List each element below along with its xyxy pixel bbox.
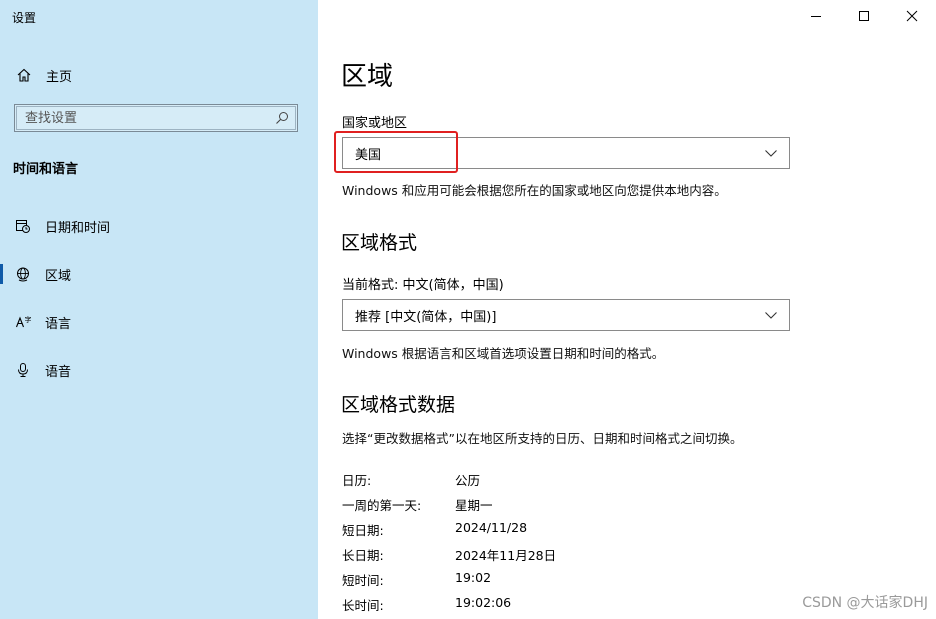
sidebar-item-speech[interactable]: 语音 <box>0 356 318 384</box>
format-data-value: 星期一 <box>455 498 493 513</box>
globe-icon <box>17 267 29 282</box>
format-data-value: 公历 <box>455 473 481 488</box>
format-data-value: 19:02 <box>455 570 492 585</box>
format-value: 推荐 [中文(简体，中国)] <box>355 309 497 325</box>
format-data-key: 日历: <box>342 473 372 488</box>
sidebar-item-language[interactable]: 字 语言 <box>0 308 318 336</box>
search-input[interactable] <box>17 106 275 130</box>
format-data-row: 日历: 公历 <box>342 470 480 489</box>
format-data-row: 一周的第一天: 星期一 <box>342 495 493 514</box>
microphone-icon <box>18 363 28 377</box>
chevron-down-icon <box>765 312 777 319</box>
current-format-label: 当前格式: 中文(简体，中国) <box>342 278 504 293</box>
format-data-value: 19:02:06 <box>455 595 512 610</box>
home-nav-item[interactable]: 主页 <box>16 64 72 86</box>
format-data-heading: 区域格式数据 <box>341 394 456 416</box>
format-data-row: 短时间: 19:02 <box>342 570 491 589</box>
format-data-row: 长日期: 2024年11月28日 <box>342 545 556 564</box>
sidebar-item-label: 日期和时间 <box>45 220 111 236</box>
search-icon[interactable] <box>275 111 289 125</box>
sidebar-item-date-time[interactable]: 日期和时间 <box>0 212 318 240</box>
home-label: 主页 <box>46 69 73 85</box>
language-icon: 字 <box>15 315 32 328</box>
sidebar-item-label: 语音 <box>45 364 72 380</box>
format-data-row: 短日期: 2024/11/28 <box>342 520 527 539</box>
section-title: 时间和语言 <box>13 162 79 177</box>
country-label: 国家或地区 <box>342 116 408 131</box>
main-content: 区域 国家或地区 美国 Windows 和应用可能会根据您所在的国家或地区向您提… <box>318 0 936 619</box>
format-data-description: 选择“更改数据格式”以在地区所支持的日历、日期和时间格式之间切换。 <box>342 431 743 446</box>
sidebar-item-label: 区域 <box>45 268 72 284</box>
svg-text:字: 字 <box>25 315 32 324</box>
app-title: 设置 <box>12 11 37 25</box>
format-data-value: 2024/11/28 <box>455 520 528 535</box>
format-heading: 区域格式 <box>341 232 418 254</box>
sidebar: 设置 主页 时间和语言 日期和时间 <box>0 0 318 619</box>
format-dropdown[interactable]: 推荐 [中文(简体，中国)] <box>342 299 790 331</box>
format-description: Windows 根据语言和区域首选项设置日期和时间的格式。 <box>342 346 665 361</box>
format-data-row: 长时间: 19:02:06 <box>342 595 511 614</box>
format-data-key: 短日期: <box>342 523 384 538</box>
calendar-clock-icon <box>16 220 30 233</box>
format-data-key: 长日期: <box>342 548 384 563</box>
sidebar-item-region[interactable]: 区域 <box>0 260 318 288</box>
highlight-annotation <box>334 131 458 173</box>
watermark: CSDN @大话家DHJ <box>802 595 928 611</box>
home-icon <box>17 68 31 82</box>
country-description: Windows 和应用可能会根据您所在的国家或地区向您提供本地内容。 <box>342 183 727 198</box>
format-data-value: 2024年11月28日 <box>455 548 557 563</box>
format-data-key: 长时间: <box>342 598 384 613</box>
sidebar-item-label: 语言 <box>45 316 72 332</box>
format-data-key: 短时间: <box>342 573 384 588</box>
page-title: 区域 <box>341 62 394 92</box>
search-box[interactable] <box>14 104 298 132</box>
chevron-down-icon <box>765 150 777 157</box>
format-data-key: 一周的第一天: <box>342 498 422 513</box>
